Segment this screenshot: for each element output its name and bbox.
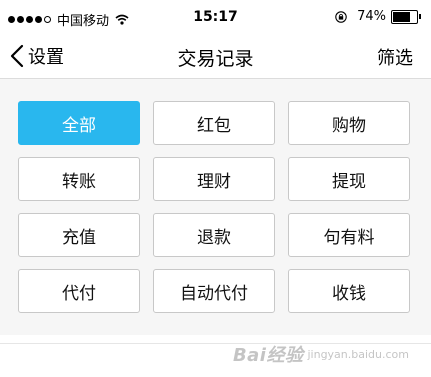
option-transfer-button[interactable]: 转账 — [18, 157, 140, 201]
option-auto-pay-for-button[interactable]: 自动代付 — [153, 269, 275, 313]
filter-button[interactable]: 筛选 — [377, 44, 413, 70]
option-top-up-button[interactable]: 充值 — [18, 213, 140, 257]
option-receive-money-button[interactable]: 收钱 — [288, 269, 410, 313]
option-juyouliao-button[interactable]: 句有料 — [288, 213, 410, 257]
nav-bar: 设置 交易记录 筛选 — [0, 34, 431, 79]
status-right: 74% — [335, 9, 421, 24]
watermark-sub: jingyan.baidu.com — [307, 347, 409, 361]
filter-options-panel: 全部 红包 购物 转账 理财 提现 充值 退款 句有料 代付 自动代付 收钱 — [0, 79, 431, 335]
option-withdraw-button[interactable]: 提现 — [288, 157, 410, 201]
battery-icon — [391, 9, 421, 24]
option-refund-button[interactable]: 退款 — [153, 213, 275, 257]
option-wealth-button[interactable]: 理财 — [153, 157, 275, 201]
option-all-button[interactable]: 全部 — [18, 101, 140, 145]
option-red-packet-button[interactable]: 红包 — [153, 101, 275, 145]
bottom-area: Bai经验 jingyan.baidu.com — [0, 335, 431, 377]
option-shopping-button[interactable]: 购物 — [288, 101, 410, 145]
battery-percent: 74% — [357, 9, 386, 24]
watermark-logo: Bai经验 jingyan.baidu.com — [233, 341, 409, 367]
watermark-text: Bai经验 — [232, 345, 304, 366]
option-pay-for-button[interactable]: 代付 — [18, 269, 140, 313]
battery-fill — [393, 11, 411, 22]
page-title: 交易记录 — [177, 48, 254, 70]
orientation-lock-icon — [335, 10, 347, 23]
status-bar: 中国移动 15:17 74% — [0, 0, 431, 34]
option-grid: 全部 红包 购物 转账 理财 提现 充值 退款 句有料 代付 自动代付 收钱 — [18, 101, 411, 313]
